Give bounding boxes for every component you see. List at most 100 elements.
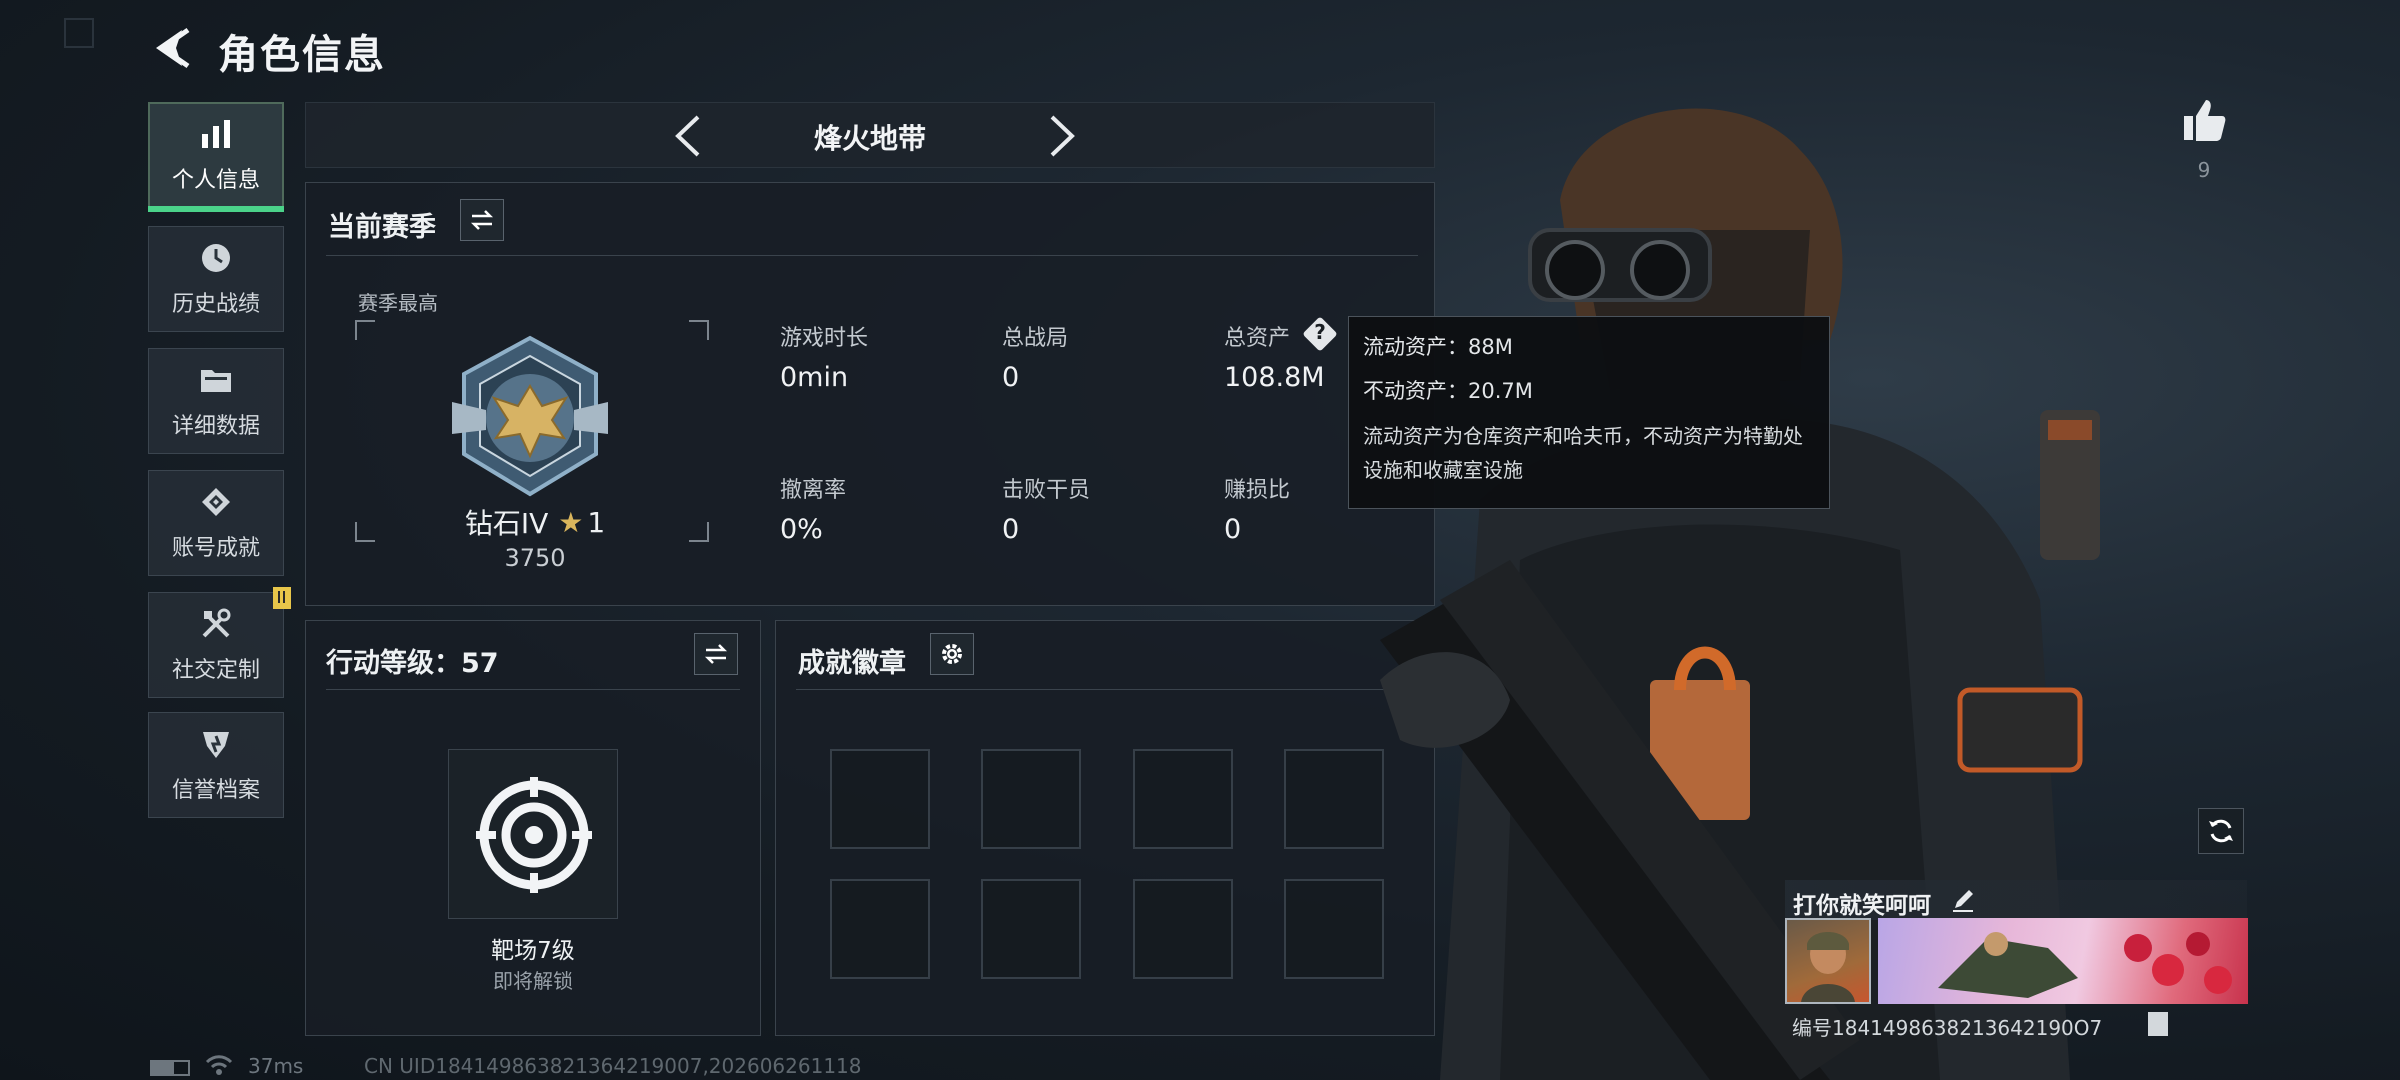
mode-selector: 烽火地带 <box>305 102 1435 168</box>
achievement-slot[interactable] <box>830 749 930 849</box>
copy-id-icon[interactable] <box>2148 1012 2168 1036</box>
diamond-rank-emblem-icon <box>452 335 608 497</box>
stat-value-total-matches: 0 <box>1002 362 1020 393</box>
range-level-status: 即将解锁 <box>493 969 573 993</box>
achievement-slot[interactable] <box>1133 879 1233 979</box>
like-button[interactable] <box>2180 96 2228 144</box>
stat-value-extraction-rate: 0% <box>780 514 823 545</box>
avatar-portrait-icon <box>1801 932 1855 1002</box>
mode-next-button[interactable] <box>1036 111 1086 161</box>
window-corner-marker <box>64 18 94 48</box>
folder-icon <box>201 370 231 392</box>
achievements-panel: 成就徽章 <box>775 620 1435 1036</box>
frame-corner <box>355 522 375 542</box>
tooltip-liquid-assets: 流动资产：88M <box>1363 335 1513 359</box>
tooltip-fixed-assets: 不动资产：20.7M <box>1363 379 1533 403</box>
rank-points: 3750 <box>504 544 566 572</box>
season-switch-button[interactable] <box>460 199 504 241</box>
sidebar-item-label: 详细数据 <box>171 414 260 439</box>
season-best-label: 赛季最高 <box>358 291 438 315</box>
page-title: 角色信息 <box>218 32 386 78</box>
action-level-title: 行动等级：57 <box>326 648 499 679</box>
action-level-divider <box>326 689 740 690</box>
achievement-icon <box>202 488 230 516</box>
rank-title: 钻石IV ★ 1 <box>455 502 615 542</box>
tools-icon <box>202 608 231 638</box>
rotate-character-button[interactable] <box>2198 808 2244 854</box>
stat-value-operators-defeated: 0 <box>1002 514 1020 545</box>
like-count: 9 <box>2197 158 2211 182</box>
ping-text: 37ms <box>248 1054 304 1078</box>
sidebar-item-label: 历史战绩 <box>171 292 260 317</box>
back-arrow-icon <box>156 27 190 69</box>
achievement-slot[interactable] <box>1284 879 1384 979</box>
player-name: 打你就笑呵呵 <box>1793 893 1931 919</box>
help-question-mark-icon: ? <box>1314 320 1326 344</box>
back-button[interactable] <box>148 24 196 72</box>
tooltip-description: 流动资产为仓库资产和哈夫币，不动资产为特勤处设施和收藏室设施 <box>1363 424 1803 482</box>
stat-value-profit-loss: 0 <box>1224 514 1242 545</box>
sidebar-item-reputation[interactable]: 信誉档案 <box>148 712 284 818</box>
reputation-icon <box>203 732 229 758</box>
swap-icon <box>704 644 728 664</box>
player-avatar[interactable] <box>1785 918 1871 1004</box>
range-level-card[interactable] <box>448 749 618 919</box>
battery-level <box>152 1062 174 1074</box>
battery-icon <box>150 1060 190 1076</box>
assets-tooltip: 流动资产：88M 不动资产：20.7M 流动资产为仓库资产和哈夫币，不动资产为特… <box>1348 316 1830 509</box>
stat-label-operators-defeated: 击败干员 <box>1002 478 1091 503</box>
frame-corner <box>689 320 709 340</box>
achievement-slot[interactable] <box>1133 749 1233 849</box>
sidebar-item-achievements[interactable]: 账号成就 <box>148 470 284 576</box>
stat-label-profit-loss: 赚损比 <box>1224 478 1291 503</box>
rank-star-icon: ★ <box>558 505 584 539</box>
season-title: 当前赛季 <box>328 212 436 243</box>
action-level-panel: 行动等级：57 靶场7级 即将解锁 <box>305 620 761 1036</box>
player-id: 编号1841498638213642190O7 <box>1792 1016 2103 1040</box>
uid-text: CN UID18414986382136421900​7,20260626111… <box>364 1054 862 1078</box>
history-icon <box>202 244 230 272</box>
achievement-slot[interactable] <box>1284 749 1384 849</box>
achievements-settings-button[interactable] <box>930 633 974 675</box>
sidebar-item-personal-info[interactable]: 个人信息 <box>148 102 284 212</box>
bar-chart-icon <box>202 120 230 148</box>
mode-title: 烽火地带 <box>813 122 926 155</box>
achievements-divider <box>796 689 1414 690</box>
gear-icon <box>942 644 962 664</box>
player-name-bar: 打你就笑呵呵 <box>1785 880 2247 920</box>
sidebar-item-social[interactable]: 社交定制 <box>148 587 291 698</box>
banner-artwork-icon <box>1938 932 2232 998</box>
sidebar-item-label: 信誉档案 <box>171 778 260 803</box>
range-level-name: 靶场7级 <box>491 938 575 964</box>
rank-stars: 1 <box>587 505 606 539</box>
frame-corner <box>689 522 709 542</box>
edit-pencil-icon[interactable] <box>1949 886 1977 914</box>
frame-corner <box>355 320 375 340</box>
stat-value-total-assets: 108.8M <box>1224 362 1325 393</box>
stat-label-total-assets: 总资产 <box>1224 326 1291 351</box>
sidebar-item-history[interactable]: 历史战绩 <box>148 226 284 332</box>
action-level-switch-button[interactable] <box>694 633 738 675</box>
stat-label-playtime: 游戏时长 <box>780 326 869 351</box>
sidebar-item-label: 个人信息 <box>171 168 260 193</box>
stat-label-total-matches: 总战局 <box>1002 326 1069 351</box>
thumbs-up-icon <box>2184 100 2226 141</box>
sidebar-item-label: 账号成就 <box>171 536 260 561</box>
achievement-slot[interactable] <box>830 879 930 979</box>
swap-icon <box>470 210 494 230</box>
chevron-right-icon <box>1050 115 1075 157</box>
stat-value-playtime: 0min <box>780 362 849 393</box>
target-icon <box>476 777 592 893</box>
achievement-slot[interactable] <box>981 879 1081 979</box>
achievements-title: 成就徽章 <box>798 648 906 679</box>
season-divider <box>326 255 1418 256</box>
wifi-icon <box>205 1055 233 1075</box>
rank-name: 钻石IV <box>464 507 549 540</box>
player-banner[interactable] <box>1878 918 2248 1004</box>
sidebar-item-label: 社交定制 <box>171 658 260 683</box>
achievement-slot[interactable] <box>981 749 1081 849</box>
refresh-icon <box>2209 819 2233 843</box>
stat-label-extraction-rate: 撤离率 <box>780 478 847 503</box>
pause-badge-icon <box>273 587 291 609</box>
sidebar-item-details[interactable]: 详细数据 <box>148 348 284 454</box>
